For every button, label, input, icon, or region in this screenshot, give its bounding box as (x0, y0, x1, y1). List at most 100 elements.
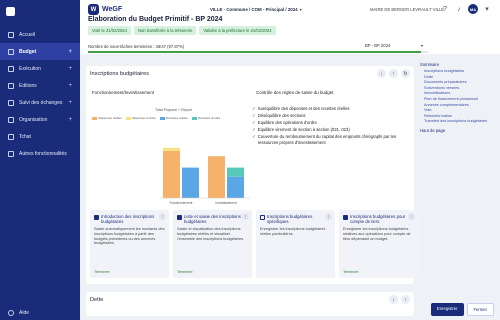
task-title: Inscriptions budgétaires spécifiques (267, 214, 313, 224)
card-actions: ↓ ↑ ↻ (377, 69, 410, 78)
check-icon: ✓ (252, 134, 256, 139)
expand-icon: + (68, 82, 72, 89)
sidebar-item-suivi[interactable]: Suivi des échanges + (0, 94, 80, 111)
org-label: VILLE - Commune / COM - Principal / 2024 (210, 7, 298, 12)
more-icon[interactable]: ⋮ (159, 213, 166, 220)
task-description: Saisie automatiquement les montants des … (94, 227, 165, 246)
chart-bar (163, 150, 180, 198)
task-checkbox[interactable] (177, 214, 182, 220)
organisation-icon (8, 116, 14, 123)
rule-item: ✓ Suréquilibre des dépenses et des recett… (252, 106, 402, 112)
chart-bar (208, 156, 225, 198)
task-tile[interactable]: Inscriptions budgétaires pour compte de … (339, 210, 418, 278)
page-title: Elaboration du Budget Primitif - BP 2024 (88, 16, 223, 23)
rule-item: ✓ Déséquilibre des sections (252, 113, 402, 119)
chart-tick-label: Investissement (215, 201, 236, 205)
apps-icon (8, 150, 14, 157)
brand-name: WeGF (102, 6, 123, 13)
sidebar-item-accueil[interactable]: Accueil (0, 26, 80, 43)
execution-icon (8, 65, 14, 72)
rule-label: Equilibre virement de section à section … (257, 127, 350, 132)
card-title: Inscriptions budgétaires (90, 71, 150, 77)
more-icon[interactable]: ⋮ (242, 213, 249, 220)
expand-icon: + (68, 48, 72, 55)
more-icon[interactable]: ⋮ (325, 213, 332, 220)
chart-bar (163, 147, 180, 151)
rule-label: Suréquilibre des dépenses et des recette… (257, 106, 350, 111)
form-actions: Enregistrer Fermer (431, 303, 494, 316)
org-selector[interactable]: VILLE - Commune / COM - Principal / 2024… (210, 7, 302, 12)
refresh-icon[interactable]: ↻ (401, 69, 410, 78)
legend-item: Dépenses réelles (92, 116, 122, 120)
help-icon[interactable]: ? (440, 4, 450, 14)
task-checkbox[interactable] (94, 214, 99, 220)
aside-title: Sommaire (420, 62, 440, 67)
task-checkbox[interactable] (260, 214, 265, 220)
user-info: MAIRE DE BERGER LEVRAULT VILLE (370, 7, 445, 12)
summary-aside: Sommaire Inscriptions budgétaires Dette … (420, 62, 496, 133)
back-to-top-link[interactable]: Haut de page (420, 128, 496, 133)
task-title: Inscriptions budgétaires pour compte de … (350, 214, 406, 224)
budget-icon (8, 48, 14, 55)
task-tile[interactable]: Inscriptions budgétaires spécifiques Enr… (256, 210, 335, 278)
upload-icon[interactable]: ↑ (401, 295, 410, 304)
task-checkbox[interactable] (343, 214, 348, 220)
upload-icon[interactable]: ↑ (389, 69, 398, 78)
budget-select-value: BP - BP 2024 (365, 43, 391, 48)
sidebar-item-organisation[interactable]: Organisation + (0, 111, 80, 128)
sidebar-item-label: Accueil (19, 31, 36, 38)
chart-bar (227, 167, 244, 177)
task-tile[interactable]: Liste et saisie des inscriptions budgéta… (173, 210, 252, 278)
sidebar-item-label: Suivi des échanges (19, 99, 63, 106)
rule-label: Couverture du remboursement du capital d… (257, 134, 397, 145)
sidebar-item-tchat[interactable]: Tchat (0, 128, 80, 145)
brand: W WeGF (88, 4, 122, 15)
chat-icon (8, 133, 14, 140)
task-tiles: Introduction des inscriptions budgétaire… (90, 210, 418, 278)
rules-checklist: ✓ Suréquilibre des dépenses et des recett… (252, 106, 402, 147)
chart-section-title: Fonctionnement/Investissement (92, 90, 154, 95)
help-icon (8, 310, 14, 316)
sidebar-item-editions[interactable]: Editions + (0, 77, 80, 94)
status-badge: Validée à la préfecture le 21/02/2024 (199, 26, 276, 35)
avatar[interactable]: MA (468, 4, 478, 14)
status-badge: Non transférée à la trésorerie (133, 26, 197, 35)
sidebar-item-execution[interactable]: Exécution + (0, 60, 80, 77)
legend-label: Dépenses d'ordre (132, 116, 156, 120)
card-title: Dette (90, 297, 104, 303)
top-icons: ? ♪ MA ▾ (440, 4, 492, 14)
card-actions: ↓ ↑ (389, 295, 410, 304)
budget-chart: Fonctionnement Investissement (160, 147, 250, 205)
sidebar-nav: Accueil Budget + Exécution + Editions + Sui… (0, 26, 80, 162)
rule-label: Déséquilibre des sections (257, 113, 306, 118)
sidebar-item-label: Budget (19, 48, 37, 55)
aside-link[interactable]: Transfert des inscriptions budgétaires (420, 119, 496, 125)
sidebar-item-budget[interactable]: Budget + (0, 43, 80, 60)
task-tile[interactable]: Introduction des inscriptions budgétaire… (90, 210, 169, 278)
download-icon[interactable]: ↓ (389, 295, 398, 304)
app-logo (0, 0, 80, 22)
chevron-down-icon[interactable]: ▾ (482, 4, 492, 14)
sidebar-item-aide[interactable]: Aide (8, 310, 29, 316)
budget-select[interactable]: BP - BP 2024 ▾ (365, 43, 425, 51)
checks-section-title: Contrôle des règles de saisie du budget (256, 90, 334, 95)
brand-logo-icon: W (88, 4, 99, 15)
sidebar-item-label: Organisation (19, 116, 48, 123)
close-button[interactable]: Fermer (466, 303, 494, 316)
legend-label: Dépenses réelles (98, 116, 122, 120)
task-status: Terminée (177, 270, 193, 274)
bell-icon[interactable]: ♪ (454, 4, 464, 14)
task-status: Terminée (343, 270, 359, 274)
download-icon[interactable]: ↓ (377, 69, 386, 78)
chart-title: Total Proposé + Report (155, 108, 192, 112)
sidebar-item-label: Autres fonctionnalités (19, 150, 67, 157)
progress-bar (88, 51, 428, 53)
sidebar-item-autres[interactable]: Autres fonctionnalités (0, 145, 80, 162)
more-icon[interactable]: ⋮ (408, 213, 415, 220)
expand-icon: + (68, 65, 72, 72)
save-button[interactable]: Enregistrer (431, 303, 464, 316)
chart-tick-label: Fonctionnement (170, 201, 193, 205)
chart-bar (182, 167, 199, 198)
progress-fill (88, 51, 421, 53)
sidebar-item-label: Exécution (19, 65, 41, 72)
